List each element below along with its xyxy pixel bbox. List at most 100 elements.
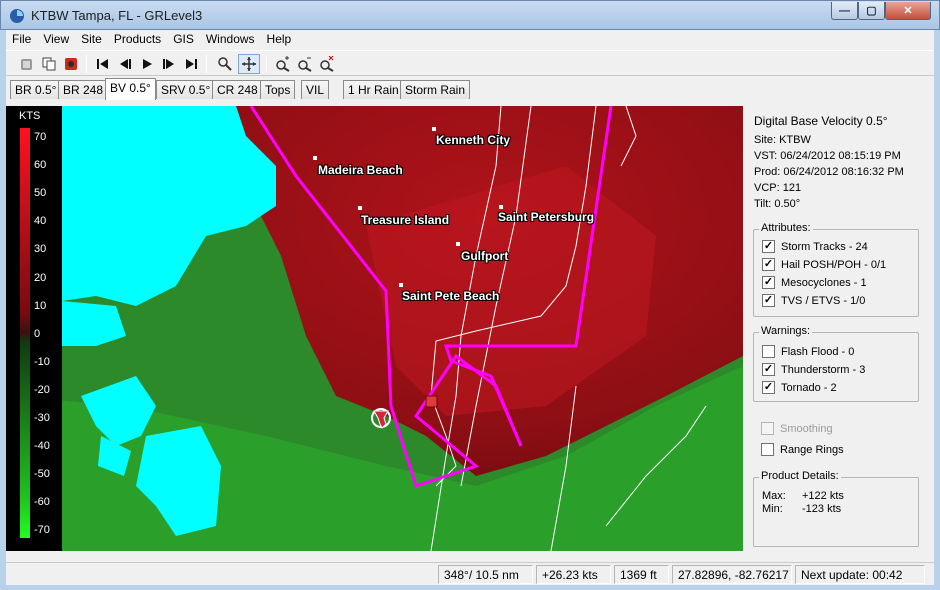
legend-tick: -50 (34, 468, 50, 480)
city-label-madeira-beach: Madeira Beach (318, 163, 403, 177)
menu-gis[interactable]: GIS (167, 30, 200, 49)
min-label: Min: (762, 503, 783, 515)
city-marker (456, 242, 460, 246)
warnings-group: Warnings: Flash Flood - 0 ✓ Thunderstorm… (753, 325, 919, 402)
thunderstorm-checkbox[interactable]: ✓ Thunderstorm - 3 (762, 363, 865, 376)
copy-icon[interactable] (38, 54, 60, 74)
skip-first-icon[interactable] (92, 54, 114, 74)
max-label: Max: (762, 490, 786, 502)
checkbox-label: Range Rings (780, 443, 844, 456)
toolbar-separator (86, 55, 87, 73)
product-tabs: BR 0.5° BR 248 BV 0.5° SRV 0.5° CR 248 T… (6, 78, 934, 100)
menu-windows[interactable]: Windows (200, 30, 261, 49)
zoom-in-icon[interactable] (272, 54, 294, 74)
attributes-title: Attributes: (759, 222, 813, 234)
skip-last-icon[interactable] (180, 54, 202, 74)
menu-bar: File View Site Products GIS Windows Help (6, 30, 934, 49)
legend-tick: 50 (34, 187, 47, 199)
title-bar: KTBW Tampa, FL - GRLevel3 — ▢ ✕ (0, 0, 940, 30)
legend-tick: -10 (34, 356, 50, 368)
tab-br-248[interactable]: BR 248 (58, 80, 109, 99)
checkbox-label: Storm Tracks - 24 (781, 240, 868, 253)
record-icon[interactable] (60, 54, 82, 74)
tilt-line: Tilt: 0.50° (754, 198, 801, 210)
client-area: File View Site Products GIS Windows Help (6, 30, 934, 585)
maximize-button[interactable]: ▢ (858, 2, 885, 20)
step-back-icon[interactable] (114, 54, 136, 74)
tab-cr-248[interactable]: CR 248 (212, 80, 263, 99)
menu-products[interactable]: Products (108, 30, 167, 49)
smoothing-checkbox[interactable]: Smoothing (761, 422, 833, 435)
minimize-button[interactable]: — (831, 2, 858, 20)
city-marker (432, 127, 436, 131)
tab-br-05[interactable]: BR 0.5° (10, 80, 62, 99)
checkbox-box[interactable]: ✓ (762, 240, 775, 253)
checkbox-box[interactable]: ✓ (762, 381, 775, 394)
checkbox-box[interactable]: ✓ (762, 363, 775, 376)
storm-tracks-checkbox[interactable]: ✓ Storm Tracks - 24 (762, 240, 868, 253)
zoom-out-icon[interactable] (294, 54, 316, 74)
max-value: +122 kts (802, 490, 844, 502)
legend-tick: -70 (34, 524, 50, 536)
legend-tick: -20 (34, 384, 50, 396)
checkbox-box[interactable] (761, 443, 774, 456)
city-marker (358, 206, 362, 210)
tab-1hr-rain[interactable]: 1 Hr Rain (343, 80, 404, 99)
status-bar: 348°/ 10.5 nm +26.23 kts 1369 ft 27.8289… (6, 562, 934, 585)
tab-srv-05[interactable]: SRV 0.5° (156, 80, 216, 99)
tvs-checkbox[interactable]: ✓ TVS / ETVS - 1/0 (762, 294, 865, 307)
city-label-gulfport: Gulfport (461, 249, 509, 263)
city-label-treasure-island: Treasure Island (361, 213, 450, 227)
checkbox-box[interactable] (762, 345, 775, 358)
velocity-legend: KTS 70 60 50 40 30 20 10 0 -10 -20 -30 -… (6, 106, 62, 551)
checkbox-box[interactable]: ✓ (762, 294, 775, 307)
mesocyclones-checkbox[interactable]: ✓ Mesocyclones - 1 (762, 276, 867, 289)
site-line: Site: KTBW (754, 134, 811, 146)
tab-storm-rain[interactable]: Storm Rain (400, 80, 471, 99)
menu-site[interactable]: Site (75, 30, 108, 49)
checkbox-label: Tornado - 2 (781, 381, 837, 394)
checkbox-box[interactable] (761, 422, 774, 435)
status-velocity: +26.23 kts (536, 565, 611, 584)
tornado-checkbox[interactable]: ✓ Tornado - 2 (762, 381, 837, 394)
menu-view[interactable]: View (37, 30, 75, 49)
tab-vil[interactable]: VIL (301, 80, 330, 99)
radar-map[interactable]: Kenneth City Madeira Beach Treasure Isla… (6, 106, 743, 551)
legend-tick: 20 (34, 272, 47, 284)
product-name: Digital Base Velocity 0.5° (754, 114, 888, 128)
status-bearing: 348°/ 10.5 nm (438, 565, 533, 584)
hail-checkbox[interactable]: ✓ Hail POSH/POH - 0/1 (762, 258, 886, 271)
toolbar-separator (206, 55, 207, 73)
pan-icon[interactable] (238, 54, 260, 74)
product-details-group: Product Details: Max: +122 kts Min: -123… (753, 470, 919, 547)
checkbox-label: Smoothing (780, 422, 833, 435)
app-icon (10, 9, 24, 23)
tab-bv-05[interactable]: BV 0.5° (105, 78, 156, 100)
menu-help[interactable]: Help (261, 30, 298, 49)
flash-flood-checkbox[interactable]: Flash Flood - 0 (762, 345, 854, 358)
city-marker (499, 205, 503, 209)
min-value: -123 kts (802, 503, 842, 515)
legend-tick: 30 (34, 243, 47, 255)
play-icon[interactable] (136, 54, 158, 74)
zoom-icon[interactable] (214, 54, 236, 74)
step-forward-icon[interactable] (158, 54, 180, 74)
tab-tops[interactable]: Tops (260, 80, 296, 99)
legend-unit: KTS (19, 110, 41, 122)
menu-file[interactable]: File (6, 30, 37, 49)
zoom-reset-icon[interactable] (316, 54, 338, 74)
checkbox-box[interactable]: ✓ (762, 276, 775, 289)
checkbox-label: Flash Flood - 0 (781, 345, 855, 358)
attributes-group: Attributes: ✓ Storm Tracks - 24 ✓ Hail P… (753, 222, 919, 317)
legend-tick: 0 (34, 328, 41, 340)
open-icon[interactable] (16, 54, 38, 74)
checkbox-box[interactable]: ✓ (762, 258, 775, 271)
range-rings-checkbox[interactable]: Range Rings (761, 443, 844, 456)
checkbox-label: TVS / ETVS - 1/0 (781, 294, 866, 307)
close-button[interactable]: ✕ (885, 2, 931, 20)
window-title: KTBW Tampa, FL - GRLevel3 (31, 8, 203, 23)
toolbar-separator (266, 55, 267, 73)
details-title: Product Details: (759, 470, 841, 482)
toolbar (6, 50, 934, 76)
city-marker (313, 156, 317, 160)
